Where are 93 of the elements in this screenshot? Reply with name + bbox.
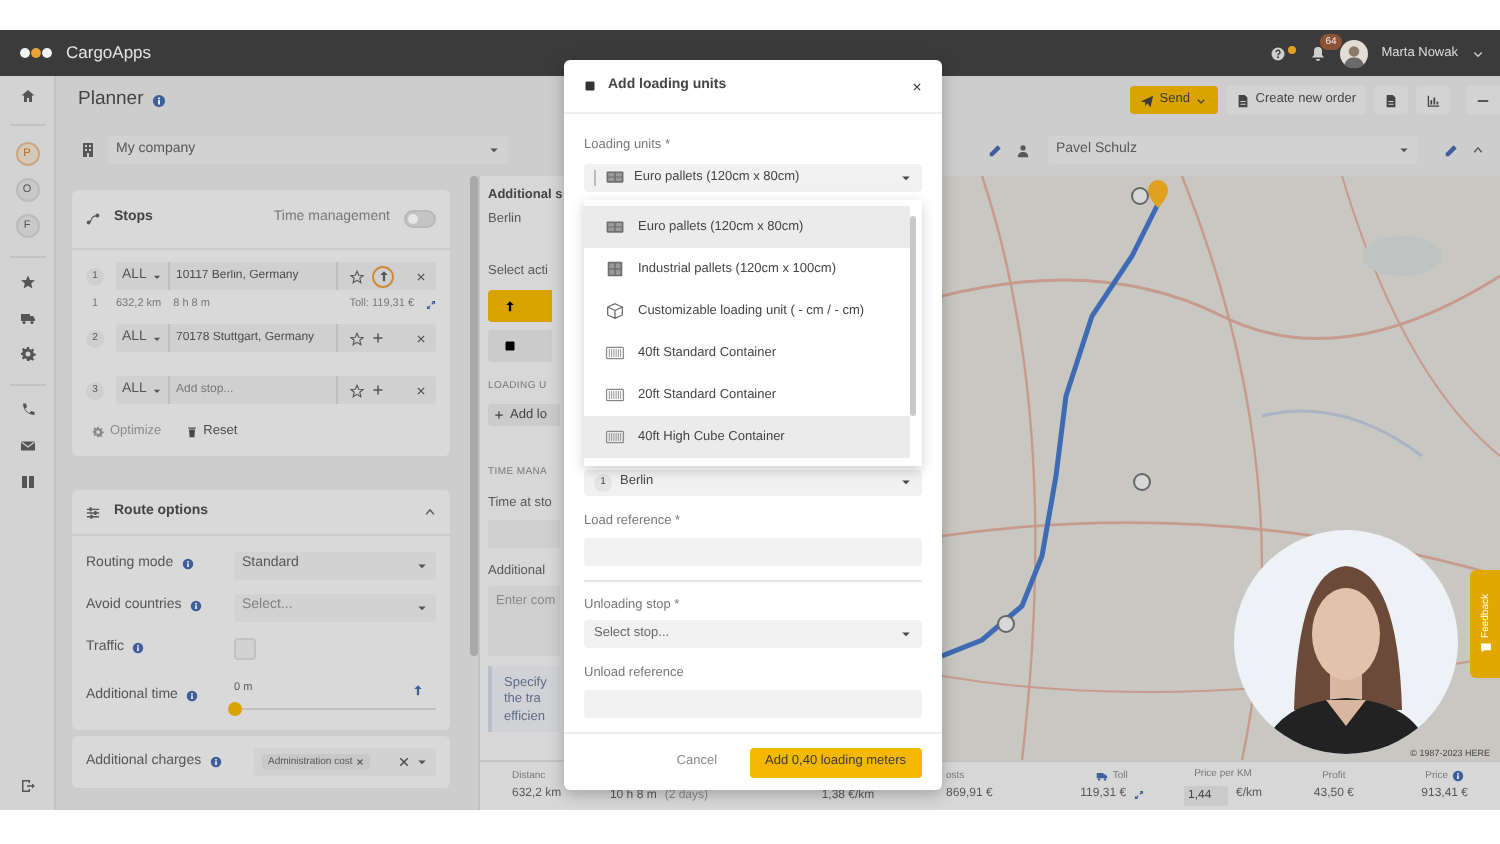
truck-icon — [1096, 769, 1109, 782]
person-icon — [1016, 143, 1030, 157]
remove-button[interactable] — [416, 333, 426, 343]
caret-icon — [416, 756, 428, 768]
arrow-up-icon — [504, 300, 516, 313]
info-icon[interactable] — [151, 93, 166, 107]
plus-icon — [372, 332, 384, 344]
pallet-icon — [604, 168, 626, 187]
cube-icon — [604, 302, 626, 320]
caret-icon — [488, 144, 500, 156]
pallet-icon — [604, 260, 626, 278]
container-icon — [604, 344, 626, 362]
add-button[interactable] — [372, 384, 384, 396]
remove-button[interactable] — [416, 385, 426, 395]
chevron-down-icon — [1195, 95, 1206, 105]
close-icon — [416, 271, 426, 281]
caret-icon — [416, 559, 428, 571]
chevron-up-icon[interactable] — [424, 506, 436, 518]
move-up-button[interactable] — [372, 265, 394, 287]
gear-icon — [92, 425, 104, 438]
star-icon[interactable] — [19, 274, 35, 290]
avatar[interactable] — [1339, 39, 1368, 67]
scrollbar[interactable] — [910, 216, 916, 416]
mail-icon[interactable] — [19, 438, 35, 454]
expand-icon[interactable] — [426, 300, 436, 310]
arrow-up-icon[interactable] — [412, 683, 424, 695]
close-icon — [416, 333, 426, 343]
caret-icon — [900, 628, 912, 641]
caret-icon — [152, 333, 163, 343]
document-button[interactable] — [1374, 86, 1408, 114]
pallet-icon — [604, 218, 626, 236]
slider-thumb[interactable] — [228, 701, 242, 716]
remove-button[interactable] — [416, 271, 426, 281]
bell-icon[interactable] — [1309, 45, 1326, 61]
info-icon[interactable] — [209, 755, 222, 768]
caret-icon — [1398, 144, 1410, 156]
toggle-switch[interactable] — [404, 210, 436, 228]
truck-icon[interactable] — [19, 310, 35, 326]
book-icon[interactable] — [19, 474, 35, 490]
send-icon — [1139, 93, 1154, 107]
favorite-button[interactable] — [350, 269, 364, 283]
time-field[interactable] — [488, 520, 560, 549]
square-icon — [584, 80, 596, 92]
star-icon — [350, 269, 364, 283]
square-icon — [504, 340, 516, 353]
document-icon — [1384, 93, 1398, 107]
star-icon — [350, 383, 364, 397]
arrow-up-icon — [377, 270, 389, 282]
chevron-down-icon[interactable] — [1472, 47, 1484, 59]
phone-icon[interactable] — [19, 402, 35, 418]
plus-icon — [372, 384, 384, 396]
route-icon — [86, 212, 100, 226]
brand-name: CargoApps — [66, 42, 152, 64]
plus-icon — [494, 410, 504, 421]
edit-icon[interactable] — [988, 143, 1002, 157]
container-icon — [604, 386, 626, 404]
caret-icon — [152, 271, 163, 281]
close-icon — [416, 385, 426, 395]
chart-icon — [1426, 93, 1440, 107]
action-button[interactable] — [488, 330, 552, 363]
info-icon[interactable] — [181, 558, 194, 571]
edit-icon[interactable] — [1444, 143, 1458, 157]
sliders-icon — [86, 505, 100, 519]
logout-icon[interactable] — [19, 778, 35, 794]
home-icon[interactable] — [19, 88, 35, 104]
help-icon[interactable] — [1269, 45, 1286, 61]
caret-icon — [900, 171, 912, 184]
scrollbar[interactable] — [470, 176, 478, 656]
info-icon[interactable] — [132, 642, 145, 655]
notification-dot — [1287, 45, 1296, 53]
clear-icon[interactable] — [398, 756, 410, 768]
add-button[interactable] — [372, 332, 384, 344]
caret-icon — [416, 601, 428, 613]
page-title: Planner — [78, 88, 144, 112]
info-icon[interactable] — [1452, 769, 1465, 782]
favorite-button[interactable] — [350, 331, 364, 345]
expand-icon[interactable] — [1134, 790, 1145, 800]
favorite-button[interactable] — [350, 383, 364, 397]
container-icon — [604, 428, 626, 446]
info-icon[interactable] — [189, 600, 202, 613]
caret-icon — [152, 385, 163, 395]
trash-icon — [185, 425, 198, 438]
settings-icon[interactable] — [19, 346, 35, 362]
remove-icon — [356, 758, 365, 766]
caret-icon — [900, 476, 912, 489]
chevron-up-icon[interactable] — [1472, 144, 1484, 156]
document-icon — [1235, 93, 1250, 107]
info-icon[interactable] — [185, 689, 198, 702]
more-button[interactable] — [1466, 86, 1500, 114]
chart-button[interactable] — [1416, 86, 1450, 114]
star-icon — [350, 331, 364, 345]
close-icon[interactable] — [912, 81, 922, 91]
building-icon — [80, 142, 96, 158]
